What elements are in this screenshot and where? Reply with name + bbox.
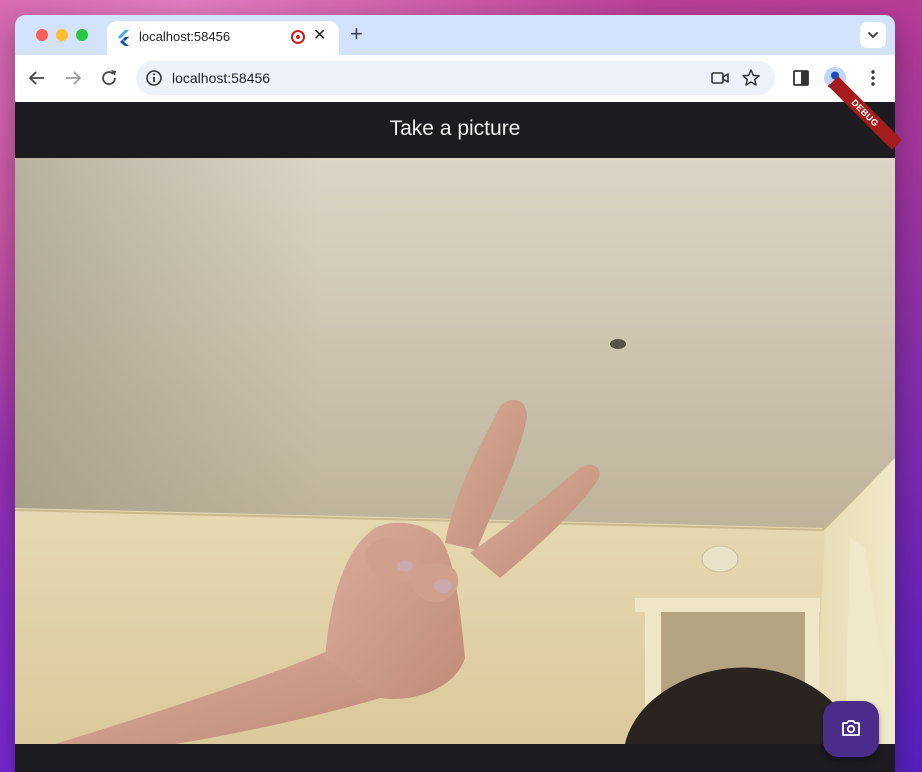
app-bar: Take a picture	[15, 102, 895, 158]
chevron-down-icon	[868, 32, 878, 38]
browser-window: localhost:58456 ✕ + localhost:58456 Take…	[15, 15, 895, 772]
url-text[interactable]: localhost:58456	[172, 70, 270, 86]
maximize-window-button[interactable]	[76, 29, 88, 41]
new-tab-button[interactable]: +	[350, 23, 363, 45]
browser-tab[interactable]: localhost:58456 ✕	[107, 21, 339, 55]
camera-icon	[842, 720, 860, 736]
minimize-window-button[interactable]	[56, 29, 68, 41]
tab-search-button[interactable]	[860, 22, 886, 48]
camera-preview-image	[15, 158, 895, 744]
forward-arrow-icon[interactable]	[62, 67, 84, 89]
tab-close-button[interactable]: ✕	[313, 27, 326, 45]
camera-preview	[15, 158, 895, 744]
take-picture-button[interactable]	[823, 701, 879, 757]
back-arrow-icon[interactable]	[26, 67, 48, 89]
site-info-icon[interactable]	[145, 69, 163, 87]
recording-icon	[291, 30, 305, 44]
side-panel-icon[interactable]	[790, 67, 812, 89]
camera-in-use-icon[interactable]	[710, 69, 730, 87]
close-window-button[interactable]	[36, 29, 48, 41]
bottom-bar	[15, 744, 895, 772]
reload-icon[interactable]	[98, 67, 120, 89]
bookmark-star-icon[interactable]	[741, 68, 761, 88]
tab-title: localhost:58456	[139, 29, 231, 44]
address-bar[interactable]: localhost:58456	[136, 61, 775, 95]
browser-toolbar: localhost:58456	[15, 55, 895, 103]
tab-strip: localhost:58456 ✕ +	[15, 15, 895, 55]
page-title: Take a picture	[389, 117, 521, 140]
flutter-logo-icon	[118, 30, 129, 46]
more-menu-icon[interactable]	[862, 67, 884, 89]
